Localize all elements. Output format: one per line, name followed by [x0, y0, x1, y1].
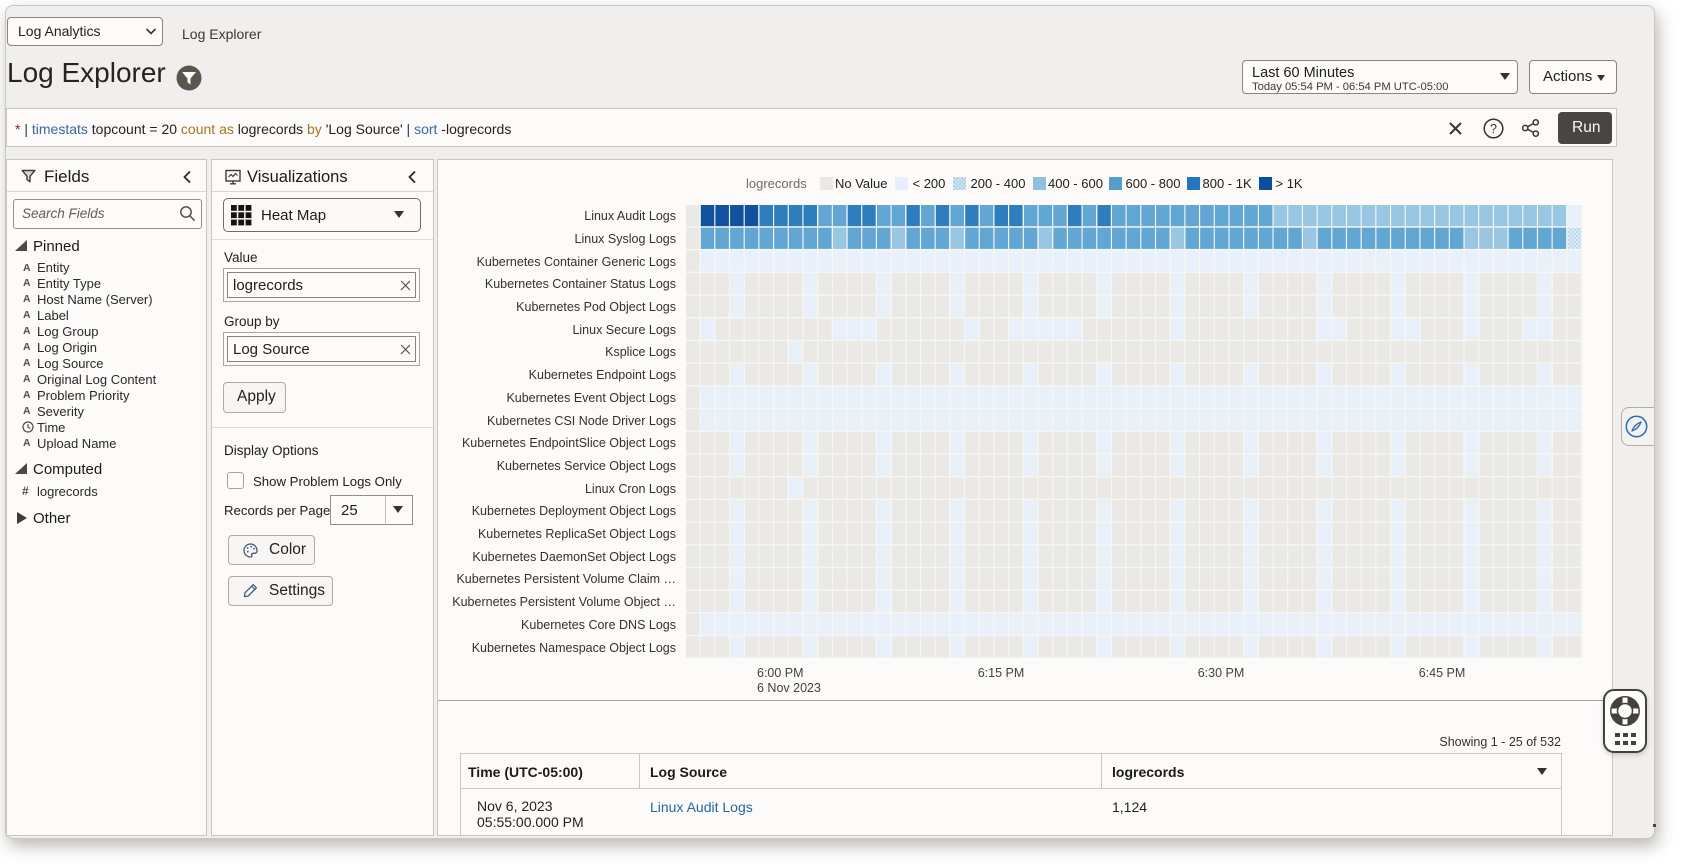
- svg-text:?: ?: [1490, 122, 1497, 136]
